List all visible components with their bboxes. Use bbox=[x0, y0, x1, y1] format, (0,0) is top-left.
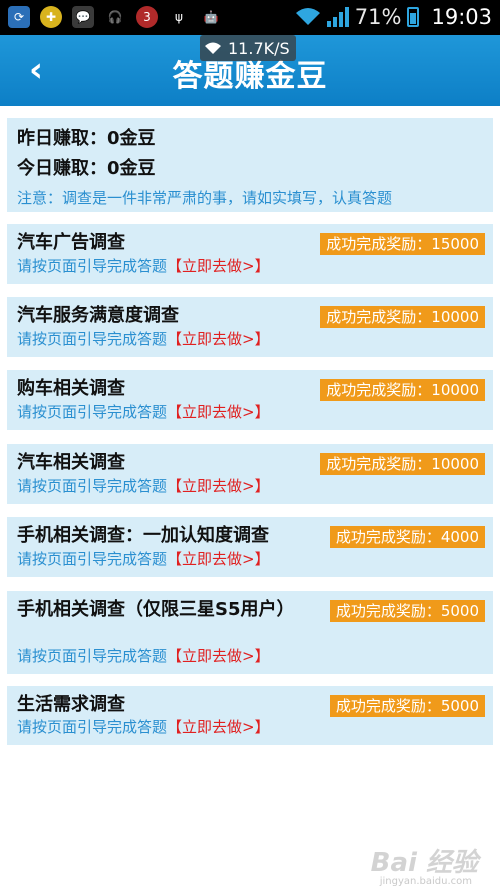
battery-percent: 71% bbox=[354, 5, 402, 29]
start-survey-link[interactable]: 【立即去做>】 bbox=[167, 718, 270, 736]
survey-title: 手机相关调查（仅限三星S5用户） bbox=[17, 599, 295, 620]
usb-icon: ψ bbox=[175, 10, 183, 24]
android-icon: 🤖 bbox=[203, 10, 219, 24]
survey-guide: 请按页面引导完成答题【立即去做>】 bbox=[17, 547, 270, 571]
survey-card[interactable]: 汽车相关调查 成功完成奖励：10000 请按页面引导完成答题【立即去做>】 bbox=[7, 444, 493, 504]
network-speed: 11.7K/S bbox=[228, 38, 290, 58]
app-header: ‹ 答题赚金豆 11.7K/S bbox=[0, 35, 500, 106]
survey-title: 汽车相关调查 bbox=[17, 452, 125, 473]
survey-title: 汽车广告调查 bbox=[17, 232, 125, 253]
headset-icon: 🎧 bbox=[107, 10, 123, 24]
start-survey-link[interactable]: 【立即去做>】 bbox=[167, 257, 270, 275]
guide-text: 请按页面引导完成答题 bbox=[17, 257, 168, 275]
content: 昨日赚取：0金豆 今日赚取：0金豆 注意：调查是一件非常严肃的事，请如实填写，认… bbox=[7, 118, 493, 745]
survey-guide: 请按页面引导完成答题【立即去做>】 bbox=[17, 644, 270, 668]
clock: 19:03 bbox=[431, 5, 492, 29]
wechat-icon: 💬 bbox=[72, 6, 94, 28]
survey-card[interactable]: 手机相关调查：一加认知度调查 成功完成奖励：4000 请按页面引导完成答题【立即… bbox=[7, 517, 493, 577]
reward-badge: 成功完成奖励：10000 bbox=[320, 306, 485, 328]
guide-text: 请按页面引导完成答题 bbox=[17, 718, 168, 736]
start-survey-link[interactable]: 【立即去做>】 bbox=[167, 550, 270, 568]
reward-badge: 成功完成奖励：5000 bbox=[329, 695, 485, 717]
start-survey-link[interactable]: 【立即去做>】 bbox=[167, 647, 270, 665]
survey-card[interactable]: 汽车广告调查 成功完成奖励：15000 请按页面引导完成答题【立即去做>】 bbox=[7, 224, 493, 284]
status-indicators: 71% 19:03 bbox=[295, 4, 492, 30]
guide-text: 请按页面引导完成答题 bbox=[17, 330, 168, 348]
guide-text: 请按页面引导完成答题 bbox=[17, 477, 168, 495]
survey-card[interactable]: 购车相关调查 成功完成奖励：10000 请按页面引导完成答题【立即去做>】 bbox=[7, 370, 493, 430]
reward-badge: 成功完成奖励：10000 bbox=[320, 453, 485, 475]
baidu-watermark: Bai 经验 bbox=[370, 848, 478, 878]
reward-badge: 成功完成奖励：15000 bbox=[320, 233, 485, 255]
badge-icon: 3 bbox=[136, 6, 158, 28]
start-survey-link[interactable]: 【立即去做>】 bbox=[167, 330, 270, 348]
yesterday-earnings: 昨日赚取：0金豆 bbox=[17, 128, 156, 149]
notice-text: 注意：调查是一件非常严肃的事，请如实填写，认真答题 bbox=[17, 189, 393, 207]
wifi-icon bbox=[205, 42, 221, 54]
survey-guide: 请按页面引导完成答题【立即去做>】 bbox=[17, 715, 270, 739]
survey-title: 手机相关调查：一加认知度调查 bbox=[17, 525, 269, 546]
guide-text: 请按页面引导完成答题 bbox=[17, 403, 168, 421]
reward-badge: 成功完成奖励：10000 bbox=[320, 379, 485, 401]
reward-badge: 成功完成奖励：5000 bbox=[329, 600, 485, 622]
survey-title: 汽车服务满意度调查 bbox=[17, 305, 179, 326]
earnings-summary: 昨日赚取：0金豆 今日赚取：0金豆 注意：调查是一件非常严肃的事，请如实填写，认… bbox=[7, 118, 493, 212]
battery-icon bbox=[407, 7, 420, 27]
survey-card[interactable]: 汽车服务满意度调查 成功完成奖励：10000 请按页面引导完成答题【立即去做>】 bbox=[7, 297, 493, 357]
survey-title: 购车相关调查 bbox=[17, 378, 125, 399]
survey-card[interactable]: 手机相关调查（仅限三星S5用户） 成功完成奖励：5000 请按页面引导完成答题【… bbox=[7, 591, 493, 674]
watermark-url: jingyan.baidu.com bbox=[379, 876, 472, 887]
guide-text: 请按页面引导完成答题 bbox=[17, 550, 168, 568]
network-speed-overlay: 11.7K/S bbox=[200, 35, 296, 61]
wifi-icon bbox=[295, 8, 320, 25]
survey-guide: 请按页面引导完成答题【立即去做>】 bbox=[17, 254, 270, 278]
game-icon: ✚ bbox=[40, 6, 62, 28]
sync-icon: ⟳ bbox=[8, 6, 30, 28]
today-earnings: 今日赚取：0金豆 bbox=[17, 158, 156, 179]
start-survey-link[interactable]: 【立即去做>】 bbox=[167, 403, 270, 421]
survey-guide: 请按页面引导完成答题【立即去做>】 bbox=[17, 327, 270, 351]
reward-badge: 成功完成奖励：4000 bbox=[329, 526, 485, 548]
start-survey-link[interactable]: 【立即去做>】 bbox=[167, 477, 270, 495]
survey-guide: 请按页面引导完成答题【立即去做>】 bbox=[17, 474, 270, 498]
status-bar: ⟳ ✚ 💬 🎧 3 ψ 🤖 71% 19:03 bbox=[0, 0, 500, 35]
survey-guide: 请按页面引导完成答题【立即去做>】 bbox=[17, 400, 270, 424]
guide-text: 请按页面引导完成答题 bbox=[17, 647, 168, 665]
notification-icons: ⟳ ✚ 💬 🎧 3 ψ 🤖 bbox=[8, 6, 222, 28]
signal-icon bbox=[326, 7, 349, 27]
survey-card[interactable]: 生活需求调查 成功完成奖励：5000 请按页面引导完成答题【立即去做>】 bbox=[7, 686, 493, 745]
